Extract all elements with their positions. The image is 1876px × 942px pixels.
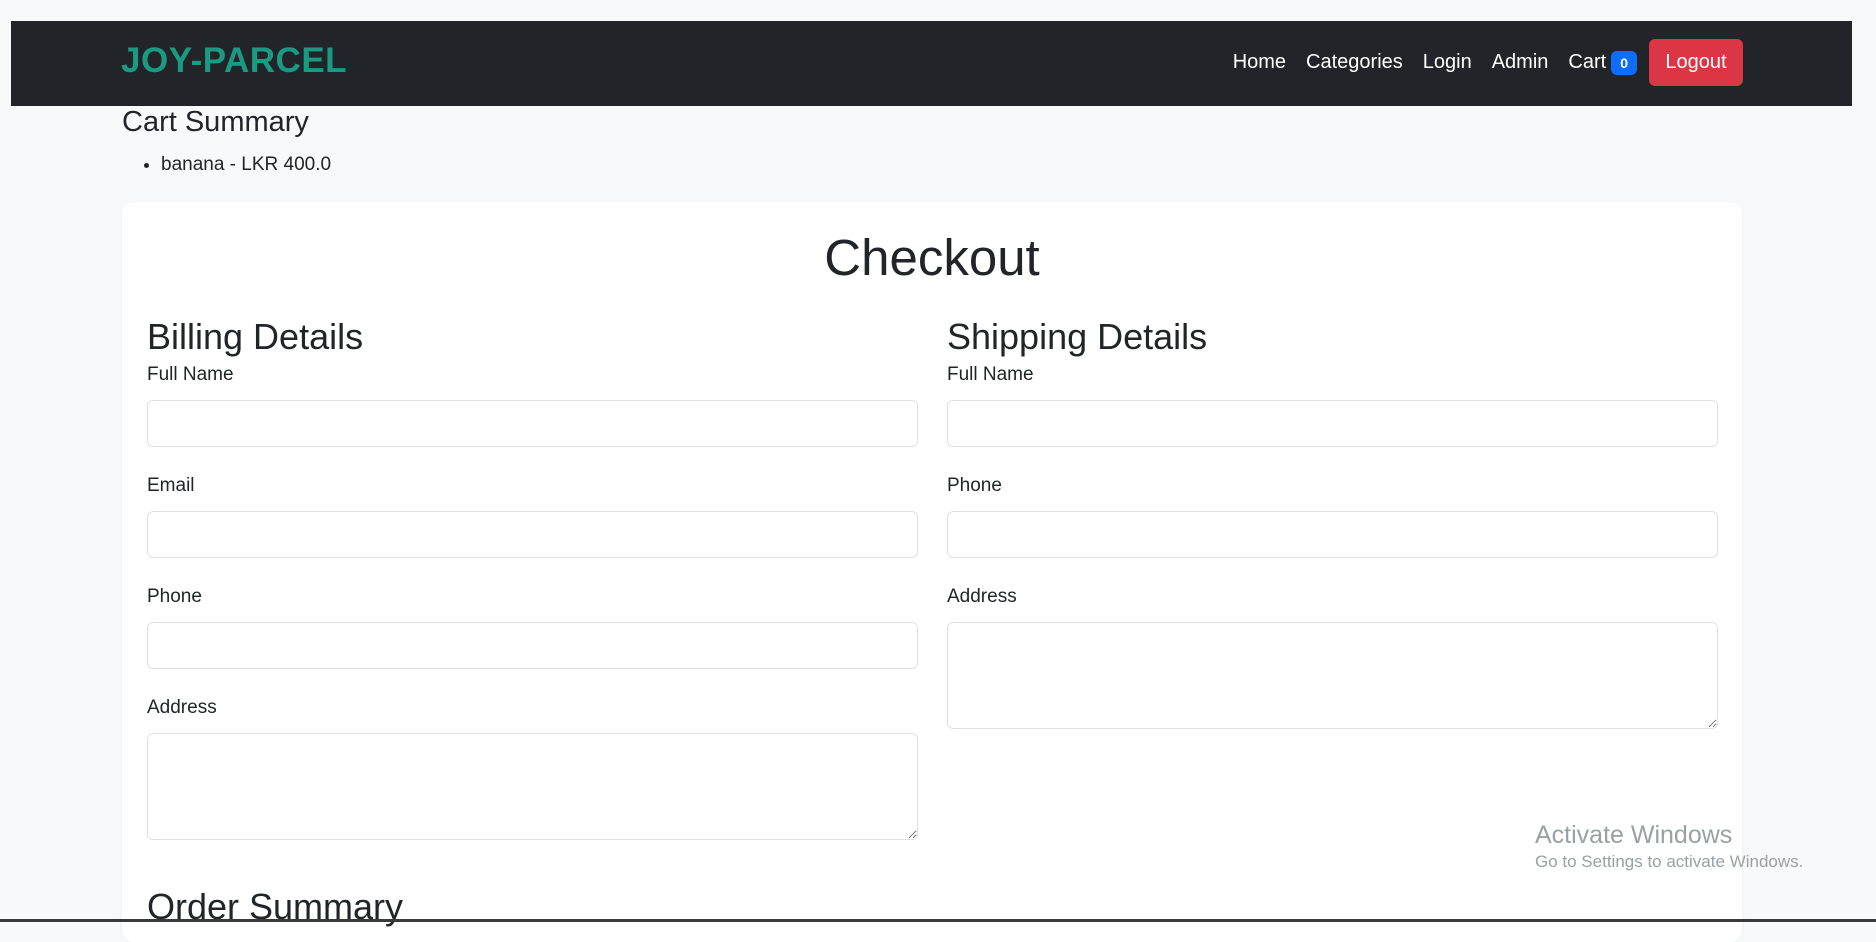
- billing-phone-label: Phone: [147, 586, 202, 607]
- cart-summary-title: Cart Summary: [122, 106, 309, 138]
- shipping-phone-group: Phone: [947, 475, 1718, 558]
- shipping-address-label: Address: [947, 586, 1017, 607]
- nav-link-cart[interactable]: Cart 0: [1568, 50, 1637, 75]
- shipping-details-section: Shipping Details Full Name Phone Address: [947, 316, 1718, 729]
- cart-label: Cart: [1568, 51, 1607, 73]
- billing-full-name-label: Full Name: [147, 364, 234, 385]
- billing-address-group: Address: [147, 697, 918, 840]
- billing-email-input[interactable]: [147, 511, 918, 558]
- logout-button[interactable]: Logout: [1649, 39, 1743, 86]
- nav-link-categories[interactable]: Categories: [1306, 51, 1403, 74]
- billing-email-group: Email: [147, 475, 918, 558]
- cart-summary-item: banana - LKR 400.0: [161, 154, 331, 176]
- billing-phone-group: Phone: [147, 586, 918, 669]
- billing-full-name-group: Full Name: [147, 364, 918, 447]
- shipping-phone-input[interactable]: [947, 511, 1718, 558]
- nav-link-login[interactable]: Login: [1423, 51, 1472, 74]
- shipping-address-textarea[interactable]: [947, 622, 1718, 729]
- checkout-card: Checkout Billing Details Full Name Email…: [122, 202, 1742, 942]
- billing-phone-input[interactable]: [147, 622, 918, 669]
- billing-details-section: Billing Details Full Name Email Phone Ad…: [147, 316, 918, 840]
- cart-count-badge: 0: [1611, 50, 1637, 75]
- billing-address-textarea[interactable]: [147, 733, 918, 840]
- shipping-phone-label: Phone: [947, 475, 1002, 496]
- shipping-address-group: Address: [947, 586, 1718, 729]
- billing-email-label: Email: [147, 475, 195, 496]
- billing-details-title: Billing Details: [147, 316, 364, 357]
- nav-links: Home Categories Login Admin Cart 0 Logou…: [1233, 39, 1743, 86]
- cart-summary-list: banana - LKR 400.0: [122, 154, 331, 176]
- shipping-full-name-label: Full Name: [947, 364, 1034, 385]
- brand-logo[interactable]: JOY-PARCEL: [121, 41, 347, 81]
- shipping-full-name-input[interactable]: [947, 400, 1718, 447]
- nav-link-home[interactable]: Home: [1233, 51, 1286, 74]
- shipping-details-title: Shipping Details: [947, 316, 1208, 357]
- nav-link-admin[interactable]: Admin: [1492, 51, 1549, 74]
- navbar: JOY-PARCEL Home Categories Login Admin C…: [11, 21, 1852, 106]
- checkout-title: Checkout: [824, 229, 1040, 286]
- billing-full-name-input[interactable]: [147, 400, 918, 447]
- billing-address-label: Address: [147, 697, 217, 718]
- shipping-full-name-group: Full Name: [947, 364, 1718, 447]
